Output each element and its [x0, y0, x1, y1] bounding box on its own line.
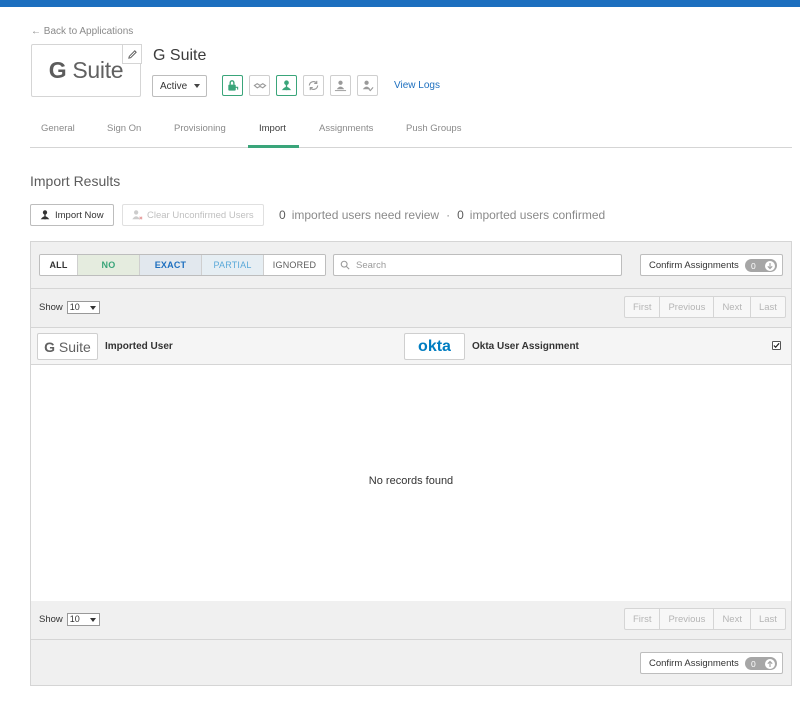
- tab-sign-on[interactable]: Sign On: [107, 123, 141, 134]
- filter-exact[interactable]: EXACT: [140, 255, 202, 275]
- tab-provisioning[interactable]: Provisioning: [174, 123, 226, 134]
- confirm-count-badge: 0: [745, 259, 777, 272]
- footer-divider: [31, 639, 791, 640]
- toolbar-divider: [31, 288, 791, 289]
- top-bar: [0, 0, 800, 7]
- okta-logo-text: okta: [418, 337, 451, 355]
- page-last[interactable]: Last: [751, 297, 785, 317]
- search-box: [333, 254, 622, 276]
- chevron-down-icon: [89, 306, 96, 310]
- page-next[interactable]: Next: [714, 609, 751, 629]
- status-value: Active: [160, 80, 188, 92]
- section-title: Import Results: [30, 173, 121, 189]
- tab-assignments[interactable]: Assignments: [319, 123, 373, 134]
- page-first[interactable]: First: [625, 609, 661, 629]
- user-remove-icon: [132, 210, 143, 220]
- import-now-label: Import Now: [55, 209, 104, 221]
- pagination-top: First Previous Next Last: [624, 296, 786, 318]
- user-check-button[interactable]: [357, 75, 378, 96]
- page-first[interactable]: First: [625, 297, 661, 317]
- gsuite-column-logo-text: G Suite: [44, 338, 91, 355]
- review-count: 0: [279, 208, 286, 222]
- back-to-applications-link[interactable]: ← Back to Applications: [31, 26, 133, 37]
- confirm-count-badge: 0: [745, 657, 777, 670]
- app-logo-text: G Suite: [48, 57, 124, 83]
- confirm-assignments-button-bottom[interactable]: Confirm Assignments 0: [640, 652, 783, 674]
- results-table-body: No records found: [31, 365, 791, 601]
- sync-icon: [308, 80, 319, 91]
- review-label: imported users need review: [291, 208, 440, 222]
- page-size-select-bottom[interactable]: 10: [66, 613, 100, 626]
- lock-icon: [228, 80, 239, 91]
- imported-user-column: Imported User: [105, 341, 173, 352]
- confirmed-count: 0: [457, 208, 464, 222]
- status-dropdown[interactable]: Active: [152, 75, 207, 97]
- clear-unconfirmed-label: Clear Unconfirmed Users: [147, 209, 254, 221]
- results-table-header: G Suite Imported User okta Okta User Ass…: [31, 327, 791, 365]
- select-all-checkbox[interactable]: [772, 341, 781, 350]
- chevron-down-icon: [89, 618, 96, 622]
- user-push-button[interactable]: [330, 75, 351, 96]
- import-now-button[interactable]: Import Now: [30, 204, 114, 226]
- import-results-panel: ALL NO EXACT PARTIAL IGNORED Confirm Ass…: [30, 241, 792, 686]
- gsuite-column-logo: G Suite: [37, 333, 98, 360]
- tab-push-groups[interactable]: Push Groups: [406, 123, 461, 134]
- page-previous[interactable]: Previous: [660, 609, 715, 629]
- filter-partial[interactable]: PARTIAL: [202, 255, 264, 275]
- sync-button[interactable]: [303, 75, 324, 96]
- stats-separator: ·: [446, 208, 451, 222]
- pagination-bottom: First Previous Next Last: [624, 608, 786, 630]
- handshake-icon: [252, 82, 267, 89]
- confirmed-label: imported users confirmed: [469, 208, 606, 222]
- confirm-count: 0: [751, 260, 756, 271]
- arrow-down-icon: [765, 260, 775, 271]
- okta-column-logo: okta: [404, 333, 465, 360]
- show-label: Show: [39, 614, 63, 625]
- page-size-select-top[interactable]: 10: [66, 301, 100, 314]
- handshake-button[interactable]: [249, 75, 270, 96]
- pencil-icon: [127, 49, 137, 59]
- page-size-bottom: Show 10: [39, 613, 100, 626]
- view-logs-link[interactable]: View Logs: [394, 80, 440, 91]
- active-tab-indicator: [248, 145, 299, 148]
- app-tabs: General Sign On Provisioning Import Assi…: [30, 112, 792, 148]
- confirm-count: 0: [751, 658, 756, 669]
- show-label: Show: [39, 302, 63, 313]
- page-size-top: Show 10: [39, 301, 100, 314]
- filter-no[interactable]: NO: [78, 255, 140, 275]
- page-last[interactable]: Last: [751, 609, 785, 629]
- tab-general[interactable]: General: [41, 123, 75, 134]
- lock-button[interactable]: [222, 75, 243, 96]
- page-previous[interactable]: Previous: [660, 297, 715, 317]
- check-icon: [773, 342, 780, 349]
- confirm-assignments-label: Confirm Assignments: [649, 657, 739, 669]
- confirm-assignments-label: Confirm Assignments: [649, 259, 739, 271]
- empty-state-message: No records found: [368, 475, 454, 487]
- page-next[interactable]: Next: [714, 297, 751, 317]
- app-title: G Suite: [153, 47, 207, 64]
- okta-user-assignment-column: Okta User Assignment: [472, 341, 579, 352]
- user-check-icon: [362, 80, 374, 92]
- user-assign-button[interactable]: [276, 75, 297, 96]
- clear-unconfirmed-users-button[interactable]: Clear Unconfirmed Users: [122, 204, 264, 226]
- search-input[interactable]: [356, 259, 596, 271]
- filter-ignored[interactable]: IGNORED: [264, 255, 325, 275]
- filter-all[interactable]: ALL: [40, 255, 78, 275]
- import-stats: 0 imported users need review · 0 imported us…: [279, 208, 605, 222]
- tab-import[interactable]: Import: [259, 123, 286, 134]
- search-icon: [340, 260, 350, 270]
- user-push-icon: [334, 80, 347, 92]
- confirm-assignments-button-top[interactable]: Confirm Assignments 0: [640, 254, 783, 276]
- edit-logo-button[interactable]: [122, 44, 142, 64]
- user-assign-icon: [281, 80, 292, 91]
- chevron-down-icon: [194, 84, 200, 88]
- match-filter-group: ALL NO EXACT PARTIAL IGNORED: [39, 254, 326, 276]
- arrow-up-icon: [765, 658, 775, 669]
- user-import-icon: [40, 210, 50, 220]
